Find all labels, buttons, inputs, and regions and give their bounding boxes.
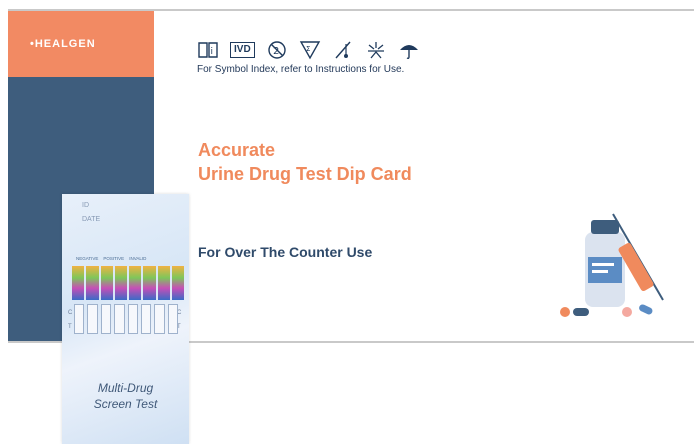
title-line-1: Accurate bbox=[198, 140, 276, 160]
card-result-labels: NEGATIVE POSITIVE INVALID bbox=[76, 256, 146, 261]
card-date-label: DATE bbox=[82, 216, 101, 223]
product-subtitle: For Over The Counter Use bbox=[198, 244, 373, 260]
test-strip bbox=[171, 266, 184, 300]
positive-label: POSITIVE bbox=[103, 256, 125, 261]
test-strip bbox=[86, 266, 99, 300]
temperature-limit-icon bbox=[332, 40, 354, 60]
svg-text:i: i bbox=[211, 47, 214, 57]
result-window bbox=[127, 304, 138, 334]
pill-icon bbox=[560, 307, 570, 317]
result-window bbox=[74, 304, 85, 334]
test-strip bbox=[114, 266, 127, 300]
test-label-left: T bbox=[68, 324, 72, 330]
keep-away-sunlight-icon bbox=[365, 40, 387, 60]
result-window bbox=[167, 304, 178, 334]
card-name-line-2: Screen Test bbox=[93, 397, 158, 411]
do-not-reuse-icon: 2 bbox=[266, 40, 288, 60]
result-window bbox=[140, 304, 152, 334]
test-strip bbox=[100, 266, 113, 300]
result-window bbox=[114, 304, 125, 334]
card-product-name: Multi-Drug Screen Test bbox=[62, 380, 189, 412]
result-window bbox=[87, 304, 98, 334]
symbol-row: i IVD 2 Σ bbox=[197, 40, 420, 60]
title-line-2: Urine Drug Test Dip Card bbox=[198, 164, 412, 184]
test-strip bbox=[72, 266, 85, 300]
control-label-left: C bbox=[68, 310, 73, 316]
test-strip bbox=[129, 266, 142, 300]
ivd-label: IVD bbox=[230, 42, 255, 58]
capsule-icon bbox=[573, 308, 589, 316]
test-strips bbox=[72, 266, 184, 300]
bottle-cap-icon bbox=[591, 220, 619, 234]
card-id-label: ID bbox=[82, 202, 89, 209]
capsule-icon bbox=[639, 304, 653, 315]
pill-icon bbox=[622, 307, 632, 317]
contains-tests-icon: Σ bbox=[299, 40, 321, 60]
card-name-line-1: Multi-Drug bbox=[97, 381, 154, 395]
brand-logo: •HEALGEN bbox=[30, 38, 96, 50]
test-card-image: ID DATE NEGATIVE POSITIVE INVALID C T C … bbox=[62, 194, 189, 444]
result-window bbox=[154, 304, 165, 334]
medicine-illustration bbox=[560, 213, 664, 317]
svg-text:Σ: Σ bbox=[306, 45, 310, 53]
keep-dry-icon bbox=[398, 40, 420, 60]
instructions-icon: i bbox=[197, 40, 219, 60]
negative-label: NEGATIVE bbox=[76, 256, 99, 261]
product-title: Accurate Urine Drug Test Dip Card bbox=[198, 138, 412, 186]
symbol-note: For Symbol Index, refer to Instructions … bbox=[197, 64, 405, 75]
test-strip bbox=[157, 266, 170, 300]
test-strip bbox=[143, 266, 156, 300]
result-window bbox=[100, 304, 112, 334]
invalid-label: INVALID bbox=[129, 256, 147, 261]
result-windows bbox=[74, 304, 178, 334]
